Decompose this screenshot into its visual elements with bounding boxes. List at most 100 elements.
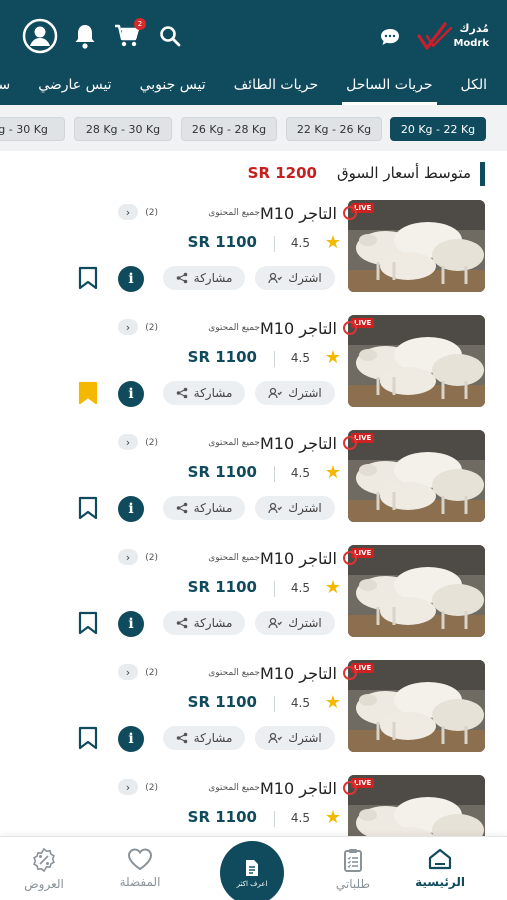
all-content-label[interactable]: جميع المحتوى xyxy=(208,323,260,333)
nav-home-label: الرئيسية xyxy=(415,875,465,889)
share-button[interactable]: مشاركة xyxy=(163,266,245,290)
nav-offers[interactable]: العروض xyxy=(4,847,84,891)
info-icon[interactable]: i xyxy=(118,496,144,522)
chevron-right-icon[interactable]: › xyxy=(118,664,138,680)
subscribe-button[interactable]: اشترك xyxy=(255,611,335,635)
subscribe-label: اشترك xyxy=(288,386,322,400)
chevron-right-icon[interactable]: › xyxy=(118,779,138,795)
search-icon[interactable] xyxy=(158,24,182,48)
rating-value: 4.5 xyxy=(290,811,310,825)
listing-card[interactable]: LIVE التاجر M10 جميع المحتوى (2) › ★ 4.5… xyxy=(0,315,507,430)
add-user-icon xyxy=(268,617,283,629)
listing-price: SR 1100 xyxy=(187,808,257,826)
market-average-label: متوسط أسعار السوق xyxy=(337,164,471,182)
tab-sawa[interactable]: سوا xyxy=(0,66,24,105)
share-button[interactable]: مشاركة xyxy=(163,381,245,405)
content-count: (2) xyxy=(145,783,158,793)
notification-bell-icon[interactable] xyxy=(72,22,98,50)
tab-coastal-hurriyat[interactable]: حريات الساحل xyxy=(332,66,446,105)
share-label: مشاركة xyxy=(193,616,233,630)
weight-chip[interactable]: Kg - 30 Kg xyxy=(0,117,65,141)
top-header: 2 مُدرك Modrk الكل حريات الساحل حريات ال… xyxy=(0,0,507,105)
weight-chip[interactable]: 22 Kg - 26 Kg xyxy=(286,117,382,141)
bookmark-icon[interactable] xyxy=(78,611,98,635)
chevron-right-icon[interactable]: › xyxy=(118,434,138,450)
all-content-label[interactable]: جميع المحتوى xyxy=(208,553,260,563)
info-icon[interactable]: i xyxy=(118,381,144,407)
merchant-name[interactable]: التاجر M10 xyxy=(260,434,337,453)
tab-all[interactable]: الكل xyxy=(447,66,507,105)
merchant-avatar-icon xyxy=(343,781,357,795)
logo-english-text: Modrk xyxy=(453,38,489,49)
weight-chip[interactable]: 20 Kg - 22 Kg xyxy=(390,117,486,141)
listing-thumbnail[interactable]: LIVE xyxy=(348,315,485,407)
tab-taif-hurriyat[interactable]: حريات الطائف xyxy=(220,66,332,105)
divider xyxy=(274,581,275,597)
all-content-label[interactable]: جميع المحتوى xyxy=(208,438,260,448)
listing-thumbnail[interactable]: LIVE xyxy=(348,660,485,752)
rating-value: 4.5 xyxy=(290,236,310,250)
all-content-label[interactable]: جميع المحتوى xyxy=(208,668,260,678)
nav-home[interactable]: الرئيسية xyxy=(400,847,480,889)
bookmark-icon[interactable] xyxy=(78,726,98,750)
orders-clipboard-icon xyxy=(344,849,362,872)
section-accent-bar xyxy=(480,162,485,186)
rating-value: 4.5 xyxy=(290,581,310,595)
chevron-right-icon[interactable]: › xyxy=(118,549,138,565)
subscribe-button[interactable]: اشترك xyxy=(255,496,335,520)
bookmark-icon[interactable] xyxy=(78,496,98,520)
listing-card[interactable]: LIVE التاجر M10 جميع المحتوى (2) › ★ 4.5… xyxy=(0,545,507,660)
listing-thumbnail[interactable]: LIVE xyxy=(348,545,485,637)
info-icon[interactable]: i xyxy=(118,266,144,292)
profile-icon[interactable] xyxy=(22,18,58,54)
merchant-name[interactable]: التاجر M10 xyxy=(260,664,337,683)
weight-chip[interactable]: 26 Kg - 28 Kg xyxy=(181,117,277,141)
nav-favorites[interactable]: المفضلة xyxy=(100,847,180,889)
center-button-label: اعرف اكثر xyxy=(236,879,268,888)
merchant-name[interactable]: التاجر M10 xyxy=(260,779,337,798)
cart-icon[interactable]: 2 xyxy=(114,18,146,48)
market-average-price: SR 1200 xyxy=(247,164,317,182)
divider xyxy=(274,811,275,827)
chevron-right-icon[interactable]: › xyxy=(118,319,138,335)
subscribe-label: اشترك xyxy=(288,731,322,745)
share-button[interactable]: مشاركة xyxy=(163,496,245,520)
subscribe-button[interactable]: اشترك xyxy=(255,266,335,290)
share-icon xyxy=(176,502,187,514)
star-icon: ★ xyxy=(324,807,341,828)
divider xyxy=(274,466,275,482)
listing-card[interactable]: LIVE التاجر M10 جميع المحتوى (2) › ★ 4.5… xyxy=(0,430,507,545)
info-icon[interactable]: i xyxy=(118,611,144,637)
share-label: مشاركة xyxy=(193,731,233,745)
listing-thumbnail[interactable]: LIVE xyxy=(348,200,485,292)
discount-badge-icon xyxy=(33,847,55,873)
share-button[interactable]: مشاركة xyxy=(163,726,245,750)
listing-thumbnail[interactable]: LIVE xyxy=(348,430,485,522)
tab-aradi-goat[interactable]: تيس عارضي xyxy=(24,66,125,105)
subscribe-button[interactable]: اشترك xyxy=(255,726,335,750)
bookmark-icon[interactable] xyxy=(78,381,98,405)
home-icon xyxy=(428,848,452,870)
info-icon[interactable]: i xyxy=(118,726,144,752)
logo-arabic-text: مُدرك xyxy=(459,22,489,35)
rating-value: 4.5 xyxy=(290,351,310,365)
merchant-name[interactable]: التاجر M10 xyxy=(260,204,337,223)
share-button[interactable]: مشاركة xyxy=(163,611,245,635)
merchant-name[interactable]: التاجر M10 xyxy=(260,319,337,338)
document-icon xyxy=(246,859,258,876)
all-content-label[interactable]: جميع المحتوى xyxy=(208,783,260,793)
learn-more-center-button[interactable]: اعرف اكثر xyxy=(220,841,284,900)
listing-card[interactable]: LIVE التاجر M10 جميع المحتوى (2) › ★ 4.5… xyxy=(0,200,507,315)
subscribe-button[interactable]: اشترك xyxy=(255,381,335,405)
tab-southern-goat[interactable]: تيس جنوبي xyxy=(126,66,220,105)
market-average-row: متوسط أسعار السوق SR 1200 xyxy=(0,158,507,190)
bookmark-icon[interactable] xyxy=(78,266,98,290)
merchant-name[interactable]: التاجر M10 xyxy=(260,549,337,568)
chevron-right-icon[interactable]: › xyxy=(118,204,138,220)
all-content-label[interactable]: جميع المحتوى xyxy=(208,208,260,218)
weight-chip[interactable]: 28 Kg - 30 Kg xyxy=(74,117,172,141)
chat-icon[interactable] xyxy=(378,26,402,48)
star-icon: ★ xyxy=(324,232,341,253)
listing-card[interactable]: LIVE التاجر M10 جميع المحتوى (2) › ★ 4.5… xyxy=(0,660,507,775)
nav-orders[interactable]: طلباتي xyxy=(313,847,393,891)
